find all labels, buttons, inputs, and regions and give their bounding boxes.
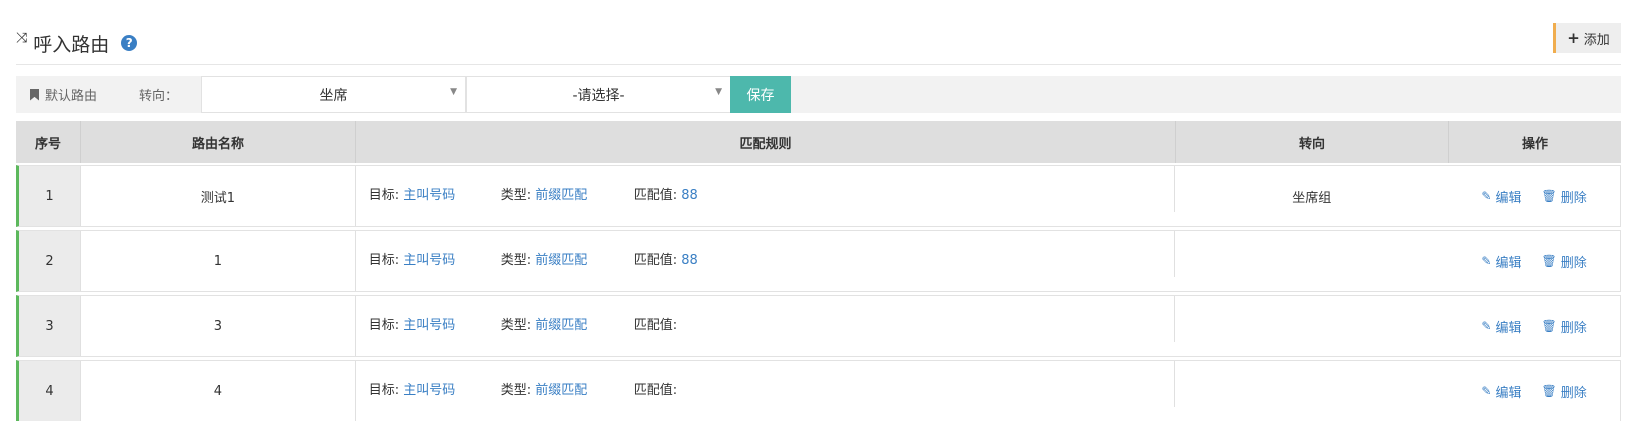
edit-button[interactable]: ✎ 编辑 bbox=[1481, 382, 1521, 401]
rule-match-label: 匹配值: bbox=[633, 383, 678, 398]
row-rule: 目标: 主叫号码 类型: 前缀匹配 匹配值: bbox=[356, 296, 1176, 342]
plus-icon: + bbox=[1567, 29, 1580, 47]
row-rule: 目标: 主叫号码 类型: 前缀匹配 匹配值: 88 bbox=[356, 231, 1176, 277]
rule-match-label: 匹配值: bbox=[633, 318, 678, 333]
column-header-seq: 序号 bbox=[16, 121, 81, 163]
row-seq: 1 bbox=[19, 166, 81, 226]
shuffle-icon: ⤨ bbox=[16, 30, 28, 46]
delete-button[interactable]: 🗑 删除 bbox=[1541, 187, 1586, 206]
edit-button[interactable]: ✎ 编辑 bbox=[1481, 252, 1521, 271]
row-rule: 目标: 主叫号码 类型: 前缀匹配 匹配值: 88 bbox=[356, 166, 1176, 212]
rule-type-value: 前缀匹配 bbox=[535, 383, 588, 398]
row-seq: 3 bbox=[19, 296, 81, 356]
rule-target-value: 主叫号码 bbox=[403, 188, 456, 203]
row-name: 3 bbox=[81, 296, 356, 356]
default-route-label: 默认路由 bbox=[30, 76, 97, 113]
row-actions: ✎ 编辑 🗑 删除 bbox=[1448, 296, 1620, 356]
caret-down-icon: ▼ bbox=[715, 87, 722, 97]
row-actions: ✎ 编辑 🗑 删除 bbox=[1448, 166, 1620, 226]
table-body: 1 测试1 目标: 主叫号码 类型: 前缀匹配 匹配值: 88 坐席组 ✎ 编辑 🗑 删除… bbox=[16, 165, 1621, 421]
row-rule: 目标: 主叫号码 类型: 前缀匹配 匹配值: bbox=[356, 361, 1176, 407]
row-name: 测试1 bbox=[81, 166, 356, 226]
row-name: 4 bbox=[81, 361, 356, 421]
rule-type-value: 前缀匹配 bbox=[535, 253, 588, 268]
rule-type-label: 类型: bbox=[500, 253, 532, 268]
turn-type-select[interactable]: 坐席 ▼ bbox=[201, 76, 466, 113]
table-header: 序号 路由名称 匹配规则 转向 操作 bbox=[16, 121, 1621, 163]
edit-icon: ✎ bbox=[1481, 189, 1492, 203]
rule-match-value: 88 bbox=[681, 188, 698, 203]
rule-target-value: 主叫号码 bbox=[403, 253, 456, 268]
add-button-label: 添加 bbox=[1583, 32, 1610, 48]
column-header-name: 路由名称 bbox=[81, 121, 356, 163]
help-icon[interactable]: ? bbox=[121, 35, 138, 51]
caret-down-icon: ▼ bbox=[450, 87, 457, 97]
trash-icon: 🗑 bbox=[1541, 319, 1557, 333]
page-title: 呼入路由 bbox=[33, 33, 110, 56]
column-header-rule: 匹配规则 bbox=[356, 121, 1176, 163]
rule-match-label: 匹配值: bbox=[633, 253, 678, 268]
row-actions: ✎ 编辑 🗑 删除 bbox=[1448, 231, 1620, 291]
rule-target-label: 目标: bbox=[368, 188, 400, 203]
rule-type-label: 类型: bbox=[500, 383, 532, 398]
delete-button[interactable]: 🗑 删除 bbox=[1541, 382, 1586, 401]
edit-icon: ✎ bbox=[1481, 319, 1492, 333]
delete-button[interactable]: 🗑 删除 bbox=[1541, 252, 1586, 271]
edit-icon: ✎ bbox=[1481, 384, 1492, 398]
rule-target-label: 目标: bbox=[368, 383, 400, 398]
table-row: 3 3 目标: 主叫号码 类型: 前缀匹配 匹配值: ✎ 编辑 🗑 删除 bbox=[16, 295, 1621, 357]
row-name: 1 bbox=[81, 231, 356, 291]
rule-type-label: 类型: bbox=[500, 318, 532, 333]
row-turn bbox=[1175, 296, 1448, 356]
row-actions: ✎ 编辑 🗑 删除 bbox=[1448, 361, 1620, 421]
page-header: ⤨ 呼入路由 ? bbox=[16, 28, 138, 58]
rule-match-label: 匹配值: bbox=[633, 188, 678, 203]
rule-match-value: 88 bbox=[681, 253, 698, 268]
rule-target-label: 目标: bbox=[368, 318, 400, 333]
row-seq: 4 bbox=[19, 361, 81, 421]
turn-target-select[interactable]: -请选择- ▼ bbox=[466, 76, 731, 113]
header-divider bbox=[16, 64, 1621, 65]
trash-icon: 🗑 bbox=[1541, 384, 1557, 398]
edit-button[interactable]: ✎ 编辑 bbox=[1481, 187, 1521, 206]
rule-type-label: 类型: bbox=[500, 188, 532, 203]
column-header-turn: 转向 bbox=[1176, 121, 1449, 163]
table-row: 1 测试1 目标: 主叫号码 类型: 前缀匹配 匹配值: 88 坐席组 ✎ 编辑 🗑 删除 bbox=[16, 165, 1621, 227]
rule-type-value: 前缀匹配 bbox=[535, 318, 588, 333]
table-row: 2 1 目标: 主叫号码 类型: 前缀匹配 匹配值: 88 ✎ 编辑 🗑 删除 bbox=[16, 230, 1621, 292]
rule-type-value: 前缀匹配 bbox=[535, 188, 588, 203]
default-route-toolbar: 默认路由 转向： 坐席 ▼ -请选择- ▼ 保存 bbox=[16, 76, 1621, 113]
rule-target-value: 主叫号码 bbox=[403, 383, 456, 398]
save-button[interactable]: 保存 bbox=[730, 76, 791, 113]
delete-button[interactable]: 🗑 删除 bbox=[1541, 317, 1586, 336]
row-seq: 2 bbox=[19, 231, 81, 291]
row-turn: 坐席组 bbox=[1292, 190, 1332, 206]
add-button[interactable]: + 添加 bbox=[1553, 23, 1621, 53]
table-row: 4 4 目标: 主叫号码 类型: 前缀匹配 匹配值: ✎ 编辑 🗑 删除 bbox=[16, 360, 1621, 421]
row-turn bbox=[1175, 361, 1448, 421]
column-header-ops: 操作 bbox=[1521, 136, 1548, 152]
bookmark-icon bbox=[30, 88, 39, 101]
trash-icon: 🗑 bbox=[1541, 254, 1557, 268]
rule-target-label: 目标: bbox=[368, 253, 400, 268]
turn-label: 转向： bbox=[139, 89, 179, 104]
rule-target-value: 主叫号码 bbox=[403, 318, 456, 333]
row-turn bbox=[1175, 231, 1448, 291]
edit-button[interactable]: ✎ 编辑 bbox=[1481, 317, 1521, 336]
edit-icon: ✎ bbox=[1481, 254, 1492, 268]
trash-icon: 🗑 bbox=[1541, 189, 1557, 203]
